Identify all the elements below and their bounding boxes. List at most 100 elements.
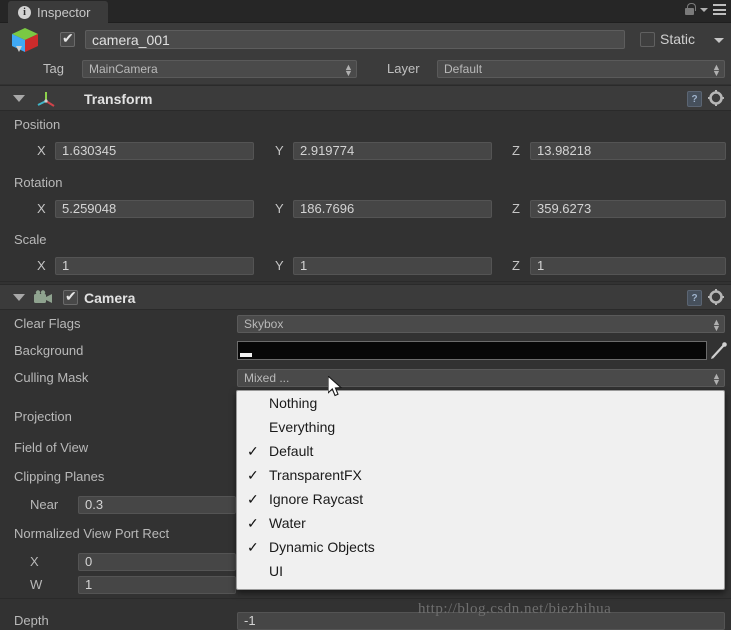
check-icon: ✓ (247, 443, 259, 459)
transform-foldout-icon[interactable] (13, 95, 25, 102)
menu-item-label: Everything (269, 419, 336, 435)
camera-enabled-checkbox[interactable] (63, 288, 78, 305)
clear-flags-label: Clear Flags (14, 316, 81, 331)
help-book-icon[interactable]: ? (687, 290, 702, 306)
info-icon: i (18, 5, 31, 19)
rotation-z-field[interactable]: 359.6273 (530, 200, 726, 218)
field-of-view-label: Field of View (14, 440, 89, 455)
menu-item-default[interactable]: ✓ Default (237, 439, 724, 463)
rotation-x-axis-label: X (37, 201, 46, 216)
layer-label: Layer (387, 61, 420, 76)
lock-icon[interactable] (684, 3, 696, 16)
menu-item-ui[interactable]: UI (237, 559, 724, 583)
tag-value: MainCamera (89, 62, 158, 76)
menu-item-label: Nothing (269, 395, 318, 411)
position-label-row: Position (0, 112, 731, 139)
viewport-x-label: X (30, 554, 39, 569)
layer-dropdown[interactable]: Default ▲ ▼ (437, 60, 725, 78)
position-vector-row: X 1.630345 Y 2.919774 Z 13.98218 (0, 138, 731, 165)
background-label: Background (14, 343, 84, 358)
watermark-text: http://blog.csdn.net/biezhihua (418, 601, 612, 617)
object-enabled-checkbox[interactable] (60, 30, 75, 47)
layer-value: Default (444, 62, 483, 76)
background-color-swatch[interactable] (237, 341, 707, 360)
viewport-w-field[interactable]: 1 (78, 576, 236, 594)
chevron-down-icon[interactable] (700, 7, 708, 12)
culling-mask-label: Culling Mask (14, 370, 89, 385)
scale-z-field[interactable]: 1 (530, 257, 726, 275)
tag-layer-row: Tag MainCamera ▲ ▼ Layer Default ▲ ▼ (0, 56, 731, 84)
divider (0, 598, 731, 599)
viewport-x-field[interactable]: 0 (78, 553, 236, 571)
menu-item-ignore-raycast[interactable]: ✓ Ignore Raycast (237, 487, 724, 511)
clear-flags-value: Skybox (244, 317, 284, 331)
rotation-z-axis-label: Z (512, 201, 520, 216)
rotation-label-row: Rotation (0, 170, 731, 197)
hamburger-menu-icon[interactable] (713, 4, 726, 15)
depth-row: Depth -1 (0, 608, 731, 630)
near-label: Near (30, 497, 59, 512)
projection-label: Projection (14, 409, 72, 424)
culling-mask-dropdown[interactable]: Mixed ... ▲ ▼ (237, 369, 725, 387)
tab-inspector[interactable]: i Inspector (8, 1, 109, 23)
menu-item-everything[interactable]: Everything (237, 415, 724, 439)
menu-item-label: Water (269, 515, 306, 531)
background-row: Background (0, 338, 731, 365)
rotation-x-field[interactable]: 5.259048 (55, 200, 254, 218)
scale-x-axis-label: X (37, 258, 46, 273)
menu-item-transparentfx[interactable]: ✓ TransparentFX (237, 463, 724, 487)
check-icon: ✓ (247, 515, 259, 531)
cube-icon (12, 28, 38, 52)
rotation-label: Rotation (14, 175, 63, 190)
rotation-vector-row: X 5.259048 Y 186.7696 Z 359.6273 (0, 196, 731, 223)
scale-label-row: Scale (0, 227, 731, 254)
transform-component-header[interactable]: Transform ? (0, 85, 731, 111)
culling-mask-menu[interactable]: Nothing Everything ✓ Default ✓ TransparentFX ✓… (236, 390, 725, 590)
tag-dropdown[interactable]: MainCamera ▲ ▼ (82, 60, 357, 78)
camera-foldout-icon[interactable] (13, 294, 25, 301)
position-z-field[interactable]: 13.98218 (530, 142, 726, 160)
menu-item-dynamic-objects[interactable]: ✓ Dynamic Objects (237, 535, 724, 559)
tab-bar: i Inspector (0, 0, 731, 23)
scale-x-field[interactable]: 1 (55, 257, 254, 275)
clipping-planes-label: Clipping Planes (14, 469, 105, 484)
position-x-field[interactable]: 1.630345 (55, 142, 254, 160)
static-checkbox[interactable] (640, 32, 655, 47)
help-book-icon[interactable]: ? (687, 91, 702, 107)
gear-icon[interactable] (708, 90, 725, 107)
scale-y-axis-label: Y (275, 258, 284, 273)
menu-item-label: Ignore Raycast (269, 491, 364, 507)
menu-item-water[interactable]: ✓ Water (237, 511, 724, 535)
object-name-field[interactable]: camera_001 (85, 30, 625, 49)
position-y-axis-label: Y (275, 143, 284, 158)
camera-title: Camera (84, 290, 136, 306)
menu-item-label: TransparentFX (269, 467, 362, 483)
alpha-indicator (240, 353, 252, 357)
menu-item-nothing[interactable]: Nothing (237, 391, 724, 415)
depth-label: Depth (14, 613, 49, 628)
camera-icon (34, 290, 52, 303)
check-icon: ✓ (247, 491, 259, 507)
near-field[interactable]: 0.3 (78, 496, 236, 514)
camera-component-header[interactable]: Camera ? (0, 284, 731, 310)
divider (0, 281, 731, 282)
updown-icon: ▲ ▼ (712, 317, 721, 333)
scale-y-field[interactable]: 1 (293, 257, 492, 275)
check-icon: ✓ (247, 539, 259, 555)
rotation-y-axis-label: Y (275, 201, 284, 216)
static-dropdown-icon[interactable] (714, 38, 724, 43)
updown-icon: ▲ ▼ (344, 62, 353, 78)
viewport-w-label: W (30, 577, 43, 592)
scale-z-axis-label: Z (512, 258, 520, 273)
check-icon: ✓ (247, 467, 259, 483)
menu-item-label: UI (269, 563, 283, 579)
scale-label: Scale (14, 232, 47, 247)
position-label: Position (14, 117, 61, 132)
clear-flags-dropdown[interactable]: Skybox ▲ ▼ (237, 315, 725, 333)
gear-icon[interactable] (708, 289, 725, 306)
rotation-y-field[interactable]: 186.7696 (293, 200, 492, 218)
eyedropper-icon[interactable] (710, 341, 728, 360)
position-y-field[interactable]: 2.919774 (293, 142, 492, 160)
transform-axis-icon (37, 92, 55, 107)
tag-label: Tag (43, 61, 64, 76)
